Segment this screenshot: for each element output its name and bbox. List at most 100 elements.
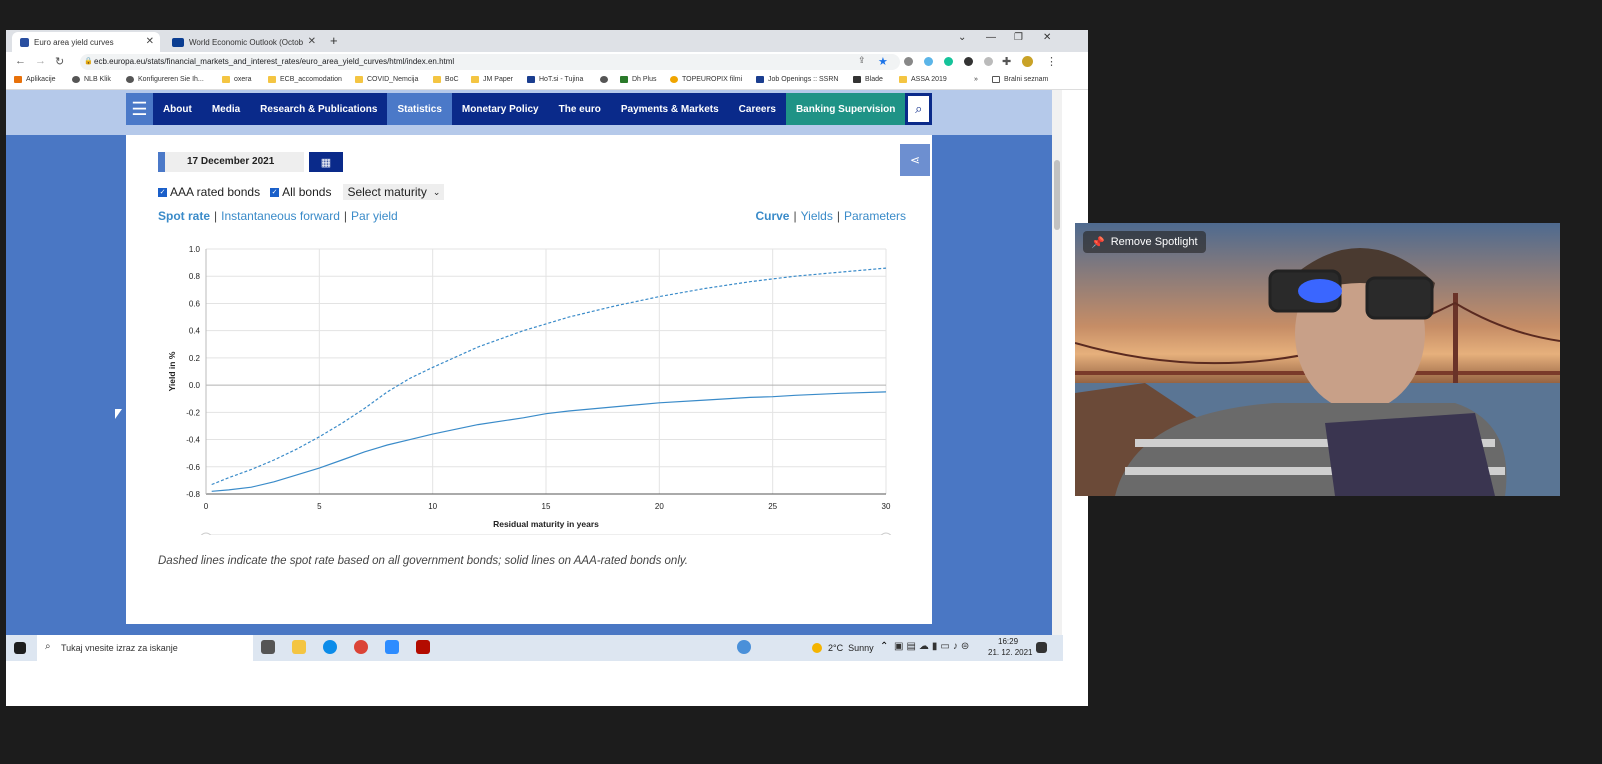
nav-about[interactable]: About: [153, 93, 202, 125]
weather-text[interactable]: 2°C Sunny: [828, 643, 874, 653]
acrobat-icon[interactable]: [416, 640, 430, 654]
bookmark-item[interactable]: TOPEUROPIX filmi: [670, 76, 742, 83]
remove-spotlight-button[interactable]: 📌 Remove Spotlight: [1083, 231, 1206, 253]
edge-icon[interactable]: [323, 640, 337, 654]
file-explorer-icon[interactable]: [292, 640, 306, 654]
link-instantaneous-forward[interactable]: Instantaneous forward: [221, 209, 340, 223]
page-scrollbar[interactable]: [1052, 90, 1062, 656]
minimize-icon[interactable]: —: [986, 32, 996, 43]
link-parameters[interactable]: Parameters: [844, 209, 906, 223]
globe-icon: [72, 76, 80, 83]
tray-icons[interactable]: ▣▤☁▮▭♪⊜: [894, 641, 972, 652]
all-bonds-checkbox[interactable]: ✓: [270, 187, 280, 197]
reload-icon[interactable]: ↻: [55, 55, 64, 68]
zoom-icon[interactable]: [385, 640, 399, 654]
y-tick-label: 0.8: [189, 272, 201, 281]
link-spot-rate[interactable]: Spot rate: [158, 209, 210, 223]
extension-icon[interactable]: [984, 57, 993, 66]
link-par-yield[interactable]: Par yield: [351, 209, 398, 223]
y-tick-label: 0.2: [189, 354, 201, 363]
bookmark-star-icon[interactable]: ★: [878, 55, 888, 68]
folder-icon: [433, 76, 441, 83]
taskbar-search-input[interactable]: ⌕ Tukaj vnesite izraz za iskanje: [37, 635, 253, 661]
nav-banking-supervision[interactable]: Banking Supervision: [785, 93, 906, 125]
site-icon: [620, 76, 628, 83]
github-icon[interactable]: [964, 57, 973, 66]
range-slider-right-handle: [880, 532, 892, 535]
windows-start-icon[interactable]: [14, 642, 26, 654]
restore-icon[interactable]: ❐: [1014, 32, 1023, 43]
tab-euro-area-yield-curves[interactable]: Euro area yield curves ✕: [12, 32, 160, 52]
extensions-puzzle-icon[interactable]: ✚: [1002, 55, 1011, 68]
range-slider-track: [208, 534, 884, 535]
bookmark-item[interactable]: NLB Klik: [72, 76, 111, 83]
new-tab-icon[interactable]: +: [330, 33, 338, 48]
calendar-icon: ▦: [320, 156, 332, 169]
nav-monetary-policy[interactable]: Monetary Policy: [452, 93, 549, 125]
bookmark-item[interactable]: ECB_accomodation: [268, 76, 342, 83]
aaa-bonds-series-line: [211, 391, 887, 492]
bookmark-item[interactable]: [600, 76, 612, 83]
maturity-select[interactable]: Select maturity ⌄: [343, 184, 445, 200]
nav-statistics[interactable]: Statistics: [387, 93, 452, 125]
close-tab-icon[interactable]: ✕: [146, 36, 154, 47]
link-curve[interactable]: Curve: [755, 209, 789, 223]
date-field[interactable]: 17 December 2021: [158, 152, 304, 172]
task-view-icon[interactable]: [261, 640, 275, 654]
nav-the-euro[interactable]: The euro: [549, 93, 611, 125]
menu-dots-icon[interactable]: ⋮: [1046, 55, 1057, 68]
bookmark-item[interactable]: ASSA 2019: [899, 76, 947, 83]
bookmark-item[interactable]: HoT.si - Tujina: [527, 76, 583, 83]
nav-media[interactable]: Media: [202, 93, 250, 125]
forward-icon[interactable]: →: [35, 55, 46, 67]
notifications-icon[interactable]: [1036, 642, 1047, 653]
bookmark-item[interactable]: Konfigureren Sie Ih...: [126, 76, 204, 83]
bookmark-item[interactable]: oxera: [222, 76, 252, 83]
hamburger-menu-icon[interactable]: ☰: [126, 93, 153, 125]
bookmark-item[interactable]: Job Openings :: SSRN: [756, 76, 838, 83]
cloud-extension-icon[interactable]: [924, 57, 933, 66]
nav-research-publications[interactable]: Research & Publications: [250, 93, 387, 125]
extension-icon[interactable]: [904, 57, 913, 66]
bookmark-item[interactable]: Blade: [853, 76, 883, 83]
nav-careers[interactable]: Careers: [729, 93, 786, 125]
share-page-icon[interactable]: ⇪: [858, 55, 866, 66]
sun-weather-icon: [812, 643, 822, 653]
aaa-bonds-checkbox[interactable]: ✓: [158, 187, 167, 197]
x-tick-label: 15: [542, 502, 551, 511]
y-tick-label: 0.0: [189, 381, 201, 390]
tray-chevron-icon[interactable]: ⌃: [880, 641, 888, 652]
lock-icon: 🔒: [84, 58, 93, 65]
scrollbar-thumb[interactable]: [1054, 160, 1060, 230]
reading-list[interactable]: Bralni seznam: [992, 76, 1048, 83]
grammarly-icon[interactable]: [944, 57, 953, 66]
y-tick-label: 1.0: [189, 245, 201, 254]
bookmarks-overflow-icon[interactable]: »: [974, 76, 978, 83]
browser-window: Euro area yield curves ✕ World Economic …: [6, 30, 1088, 706]
calendar-button[interactable]: ▦: [309, 152, 343, 172]
chrome-icon[interactable]: [354, 640, 368, 654]
tab-title: Euro area yield curves: [34, 37, 114, 47]
link-yields[interactable]: Yields: [801, 209, 833, 223]
profile-avatar[interactable]: [1022, 56, 1033, 67]
bookmark-item[interactable]: Aplikacije: [14, 76, 56, 83]
bookmark-item[interactable]: BoC: [433, 76, 459, 83]
tab-search-chevron-icon[interactable]: ⌄: [958, 32, 966, 43]
yield-curve-chart: 0 5 10 15 20 25 30 -0.8 -0.6 -0.4 -0.2 0.0 0.2 0.4 0.6…: [167, 245, 892, 535]
address-bar[interactable]: 🔒 ecb.europa.eu/stats/financial_markets_…: [80, 54, 900, 70]
all-bonds-label: All bonds: [282, 185, 332, 199]
nav-payments-markets[interactable]: Payments & Markets: [611, 93, 729, 125]
bookmark-item[interactable]: JM Paper: [471, 76, 513, 83]
bookmark-item[interactable]: Dh Plus: [620, 76, 657, 83]
back-icon[interactable]: ←: [15, 55, 26, 67]
bookmark-item[interactable]: COVID_Nemcija: [355, 76, 418, 83]
clock-time[interactable]: 16:29: [998, 637, 1018, 646]
taskbar: ⌕ Tukaj vnesite izraz za iskanje 2°C Sun…: [6, 635, 1063, 661]
close-window-icon[interactable]: ✕: [1043, 32, 1051, 43]
tab-world-economic-outlook[interactable]: World Economic Outlook (Octob ✕: [164, 32, 322, 52]
clock-date[interactable]: 21. 12. 2021: [988, 648, 1032, 657]
close-tab-icon[interactable]: ✕: [308, 36, 316, 47]
search-icon[interactable]: ⌕: [906, 94, 931, 124]
share-button[interactable]: ⋖: [900, 144, 930, 176]
help-icon[interactable]: [737, 640, 751, 654]
